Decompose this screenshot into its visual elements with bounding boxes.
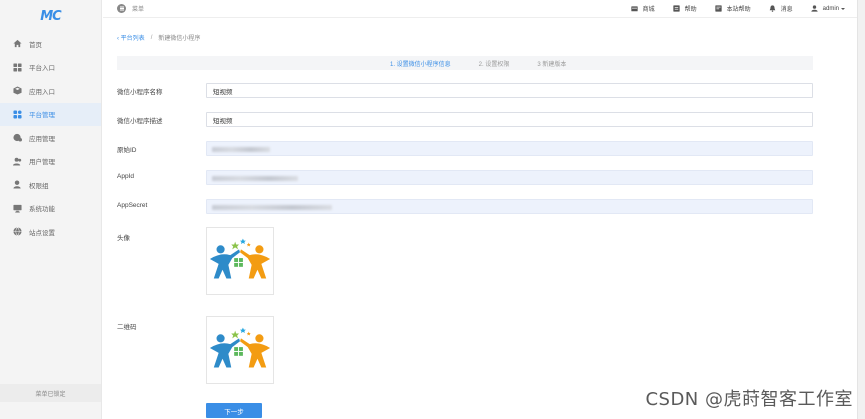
store-icon xyxy=(630,6,638,12)
menu-icon xyxy=(117,4,126,13)
chevron-down-icon xyxy=(841,7,845,10)
menu-toggle-button[interactable]: 菜单 xyxy=(117,4,144,13)
top-bar: 菜单 商城 帮助 本站帮助 消息 admin xyxy=(103,0,857,18)
globe-icon xyxy=(12,227,22,237)
store-link[interactable]: 商城 xyxy=(630,4,655,13)
sidebar-item-label: 权限组 xyxy=(29,182,49,190)
sidebar-item-label: 用户管理 xyxy=(29,159,55,167)
next-step-button[interactable]: 下一步 xyxy=(206,403,262,418)
sidebar-item-permission[interactable]: 权限组 xyxy=(0,173,101,197)
user-menu[interactable]: admin xyxy=(811,5,845,12)
sidebar-item-label: 平台管理 xyxy=(29,112,55,120)
origin-id-input[interactable] xyxy=(206,141,813,156)
breadcrumb-current: 新建微信小程序 xyxy=(158,36,201,42)
messages-link[interactable]: 消息 xyxy=(769,4,793,13)
avatar-upload[interactable] xyxy=(206,227,274,295)
sidebar-item-app-entry[interactable]: 应用入口 xyxy=(0,79,101,103)
bell-icon xyxy=(769,5,775,12)
sidebar-item-site-settings[interactable]: 站点设置 xyxy=(0,220,101,244)
store-link-label: 商城 xyxy=(642,7,655,13)
breadcrumb: ‹ 平台列表 / 新建微信小程序 xyxy=(117,33,201,43)
menu-lock-toggle[interactable]: 菜单已锁定 xyxy=(0,384,101,402)
kids-house-logo-image xyxy=(209,327,271,368)
sidebar-item-home[interactable]: 首页 xyxy=(0,32,101,56)
monitor-icon xyxy=(12,203,22,213)
help-link-label: 帮助 xyxy=(684,7,697,13)
name-input[interactable] xyxy=(206,83,813,98)
sidebar-item-label: 平台入口 xyxy=(29,65,55,73)
step-2: 2. 设置权限 xyxy=(478,61,510,68)
step-indicator: 1. 设置微信小程序信息 2. 设置权限 3 新建版本 xyxy=(117,56,813,70)
redacted-value xyxy=(212,176,298,181)
help-link[interactable]: 帮助 xyxy=(672,4,697,13)
desc-input[interactable] xyxy=(206,112,813,127)
sidebar-item-label: 系统功能 xyxy=(29,206,55,214)
users-icon xyxy=(12,156,22,166)
qrcode-label: 二维码 xyxy=(117,324,137,331)
sidebar-item-platform-manage[interactable]: 平台管理 xyxy=(0,102,101,126)
appid-input[interactable] xyxy=(206,170,813,185)
breadcrumb-separator: / xyxy=(150,34,153,41)
kids-house-logo-image xyxy=(209,238,271,279)
step-3: 3 新建版本 xyxy=(537,61,567,68)
desc-label: 微信小程序描述 xyxy=(117,118,163,125)
messages-link-label: 消息 xyxy=(780,7,793,13)
sidebar-item-label: 首页 xyxy=(29,41,42,49)
sidebar-item-platform-entry[interactable]: 平台入口 xyxy=(0,56,101,80)
logo-text: MC xyxy=(40,8,62,24)
sidebar-item-label: 应用管理 xyxy=(29,135,55,143)
permission-icon xyxy=(12,180,22,190)
step-1: 1. 设置微信小程序信息 xyxy=(390,61,451,68)
appid-label: AppId xyxy=(117,173,134,180)
name-label: 微信小程序名称 xyxy=(117,89,163,96)
sidebar-item-user-manage[interactable]: 用户管理 xyxy=(0,150,101,174)
top-right-links: 商城 帮助 本站帮助 消息 admin xyxy=(613,4,845,13)
box-icon xyxy=(12,86,22,96)
breadcrumb-back-label: 平台列表 xyxy=(120,36,145,42)
page-scrollbar[interactable] xyxy=(857,0,865,419)
user-icon xyxy=(811,5,818,12)
help-icon xyxy=(672,5,680,12)
site-help-link-label: 本站帮助 xyxy=(726,7,751,13)
sidebar-item-label: 应用入口 xyxy=(29,88,55,96)
user-name: admin xyxy=(822,5,839,12)
app-manage-icon xyxy=(12,133,22,143)
grid-icon xyxy=(12,62,22,72)
home-icon xyxy=(12,39,22,49)
appsecret-input[interactable] xyxy=(206,199,813,214)
sidebar: MC 首页 平台入口 应用入口 平台管理 应用管理 用户管理 权限组 系统功能 … xyxy=(0,0,102,419)
apps-icon xyxy=(12,109,22,119)
breadcrumb-back-link[interactable]: ‹ 平台列表 xyxy=(117,33,145,42)
redacted-value xyxy=(212,205,332,210)
main-content: ‹ 平台列表 / 新建微信小程序 1. 设置微信小程序信息 2. 设置权限 3 … xyxy=(103,19,857,419)
site-help-link[interactable]: 本站帮助 xyxy=(714,4,751,13)
origin-id-label: 原始ID xyxy=(117,147,137,154)
sidebar-item-app-manage[interactable]: 应用管理 xyxy=(0,126,101,150)
app-logo[interactable]: MC xyxy=(0,0,101,32)
qrcode-upload[interactable] xyxy=(206,316,274,384)
watermark: CSDN @虎莳智客工作室 xyxy=(645,389,853,410)
avatar-label: 头像 xyxy=(117,235,130,242)
appsecret-label: AppSecret xyxy=(117,202,148,209)
menu-toggle-label: 菜单 xyxy=(132,7,145,13)
redacted-value xyxy=(212,147,270,152)
site-help-icon xyxy=(714,5,722,12)
sidebar-item-system[interactable]: 系统功能 xyxy=(0,197,101,221)
sidebar-item-label: 站点设置 xyxy=(29,229,55,237)
